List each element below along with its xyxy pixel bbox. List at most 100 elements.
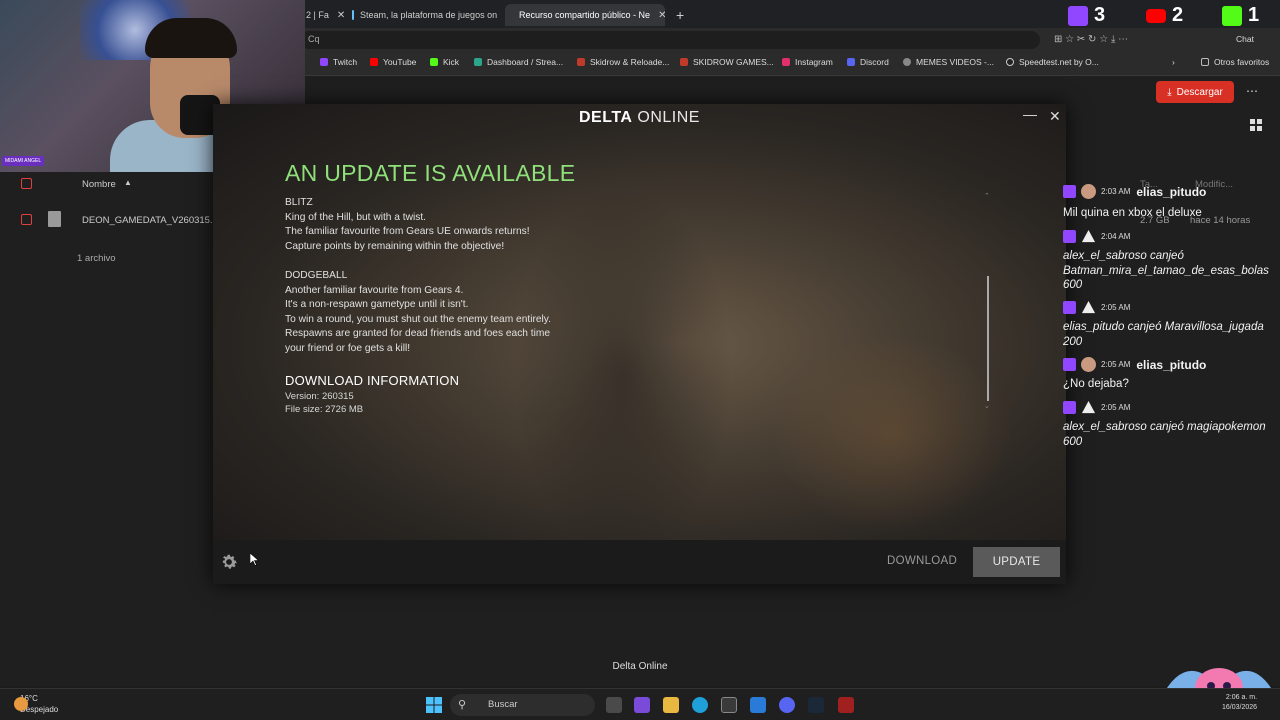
channel-points-icon — [1081, 400, 1096, 414]
kick-icon — [1222, 5, 1242, 26]
bookmark-label: Dashboard / Strea... — [487, 57, 564, 67]
scroll-up-icon[interactable]: ⌃ — [984, 192, 990, 200]
scroll-down-icon[interactable]: ⌄ — [984, 402, 990, 410]
windows-start-icon[interactable] — [426, 697, 442, 713]
bookmark-dashboard[interactable]: Dashboard / Strea... — [474, 57, 563, 67]
search-label: Buscar — [488, 699, 518, 710]
youtube-icon — [1146, 8, 1166, 23]
address-bar[interactable]: Cq — [300, 31, 1040, 49]
other-bookmarks[interactable]: Otros favoritos — [1201, 57, 1269, 67]
search-icon: ⚲ — [458, 699, 467, 711]
blitz-title: BLITZ — [285, 197, 313, 208]
weather-icon — [14, 697, 28, 711]
windows-taskbar: 16°C Despejado Buscar ⚲ 2:06 a. m. 16/03… — [0, 688, 1280, 720]
settings-gear-icon[interactable] — [219, 552, 239, 572]
avatar — [1081, 357, 1096, 372]
bookmark-label: Twitch — [333, 57, 358, 67]
chat-time: 2:05 AM — [1101, 403, 1131, 412]
twitch-icon — [1068, 5, 1088, 26]
delta-online-icon[interactable] — [838, 697, 854, 713]
chat-message-meta: 2:04 AM — [1063, 229, 1130, 244]
task-view-icon[interactable] — [606, 697, 622, 713]
chat-label[interactable]: Chat — [1236, 34, 1254, 44]
chat-username: elias_pitudo — [1136, 184, 1207, 199]
kick-icon — [430, 58, 438, 66]
store-icon[interactable] — [721, 697, 737, 713]
bookmark-instagram[interactable]: Instagram — [782, 57, 833, 67]
more-options-icon[interactable]: ⋯ — [1246, 84, 1258, 98]
bookmark-label: SKIDROW GAMES... — [693, 57, 774, 67]
sort-asc-icon[interactable]: ▲ — [124, 178, 132, 187]
bookmark-youtube[interactable]: YouTube — [370, 57, 416, 67]
file-count: 1 archivo — [77, 253, 116, 264]
twitch-icon — [1063, 358, 1076, 371]
download-icon: ⤓ — [1167, 86, 1172, 98]
note-line: To win a round, you must shut out the en… — [285, 313, 551, 325]
file-name[interactable]: DEON_GAMEDATA_V260315.d — [82, 215, 218, 226]
chat-message-meta: 2:05 AM — [1063, 400, 1130, 415]
system-clock[interactable]: 2:06 a. m. 16/03/2026 — [1222, 693, 1257, 713]
avatar — [1081, 184, 1096, 199]
column-name-header[interactable]: Nombre — [82, 179, 116, 190]
webcam-name-tag: MIDAMI ANGEL — [2, 156, 45, 166]
download-button[interactable]: DOWNLOAD — [887, 555, 957, 567]
bookmark-twitch[interactable]: Twitch — [320, 57, 357, 67]
new-tab-button[interactable]: + — [668, 4, 692, 26]
grid-view-icon[interactable] — [1250, 119, 1262, 131]
discord-icon — [847, 58, 855, 66]
download-info-heading: DOWNLOAD INFORMATION — [285, 373, 460, 388]
youtube-counter: 2 — [1146, 4, 1183, 27]
bookmark-skidrow-games[interactable]: SKIDROW GAMES... — [680, 57, 774, 67]
skull-icon — [680, 58, 688, 66]
descargar-button[interactable]: ⤓ Descargar — [1156, 81, 1234, 103]
taskbar-search[interactable]: Buscar — [450, 694, 595, 716]
twitch-icon — [1063, 301, 1076, 314]
minimize-button[interactable]: — — [1023, 106, 1037, 122]
chat-time: 2:04 AM — [1101, 232, 1131, 241]
file-checkbox[interactable] — [21, 214, 32, 225]
delta-online-launcher: DELTA ONLINE — ✕ AN UPDATE IS AVAILABLE … — [213, 104, 1066, 584]
discord-icon[interactable] — [779, 697, 795, 713]
twitch-count: 3 — [1094, 4, 1106, 26]
close-icon[interactable]: ✕ — [658, 10, 665, 21]
bookmark-discord[interactable]: Discord — [847, 57, 889, 67]
bookmark-label: Skidrow & Reloade... — [590, 57, 670, 67]
kick-counter: 1 — [1222, 4, 1259, 27]
note-line: Capture points by remaining within the o… — [285, 240, 505, 252]
update-heading: AN UPDATE IS AVAILABLE — [285, 160, 576, 186]
bookmark-memes[interactable]: MEMES VIDEOS -... — [903, 57, 994, 67]
bookmark-kick[interactable]: Kick — [430, 57, 459, 67]
notes-scrollbar[interactable] — [987, 276, 989, 401]
folder-icon — [1201, 58, 1209, 66]
mail-icon[interactable] — [750, 697, 766, 713]
chat-time: 2:05 AM — [1101, 303, 1131, 312]
steam-icon[interactable] — [808, 697, 824, 713]
chat-message: ¿No dejaba? — [1063, 378, 1129, 390]
mouse-cursor-icon — [250, 553, 259, 566]
title-light: ONLINE — [637, 109, 700, 126]
bookmark-skidrow[interactable]: Skidrow & Reloade... — [577, 57, 669, 67]
toolbar-icons[interactable]: ⊞ ☆ ✂ ↻ ☆ ⤓ ⋯ — [1054, 34, 1128, 45]
browser-tab-active[interactable]: Recurso compartido público - Ne ✕ — [505, 4, 665, 26]
browser-tab-steam[interactable]: Steam, la plataforma de juegos on ✕ — [344, 4, 504, 26]
bookmark-label: YouTube — [383, 57, 417, 67]
twitch-counter: 3 — [1068, 4, 1105, 27]
close-icon[interactable]: ✕ — [337, 10, 344, 21]
dodgeball-title: DODGEBALL — [285, 270, 348, 281]
bookmark-label: MEMES VIDEOS -... — [916, 57, 994, 67]
other-bookmarks-label: Otros favoritos — [1214, 57, 1270, 67]
bookmark-speedtest[interactable]: Speedtest.net by O... — [1006, 57, 1099, 67]
tab-label: 2 | Fa — [306, 10, 329, 20]
bookmark-label: Kick — [443, 57, 460, 67]
file-explorer-icon[interactable] — [663, 697, 679, 713]
chat-message-meta: 2:05 AM — [1063, 300, 1130, 315]
bookmarks-overflow-chevron-icon[interactable]: › — [1172, 57, 1175, 67]
twitch-icon — [1063, 401, 1076, 414]
note-line: your friend or foe gets a kill! — [285, 342, 411, 354]
select-all-checkbox[interactable] — [21, 178, 32, 189]
skull-icon — [577, 58, 585, 66]
edge-icon[interactable] — [692, 697, 708, 713]
app-icon[interactable] — [634, 697, 650, 713]
close-button[interactable]: ✕ — [1049, 108, 1061, 125]
update-button[interactable]: UPDATE — [973, 547, 1060, 577]
